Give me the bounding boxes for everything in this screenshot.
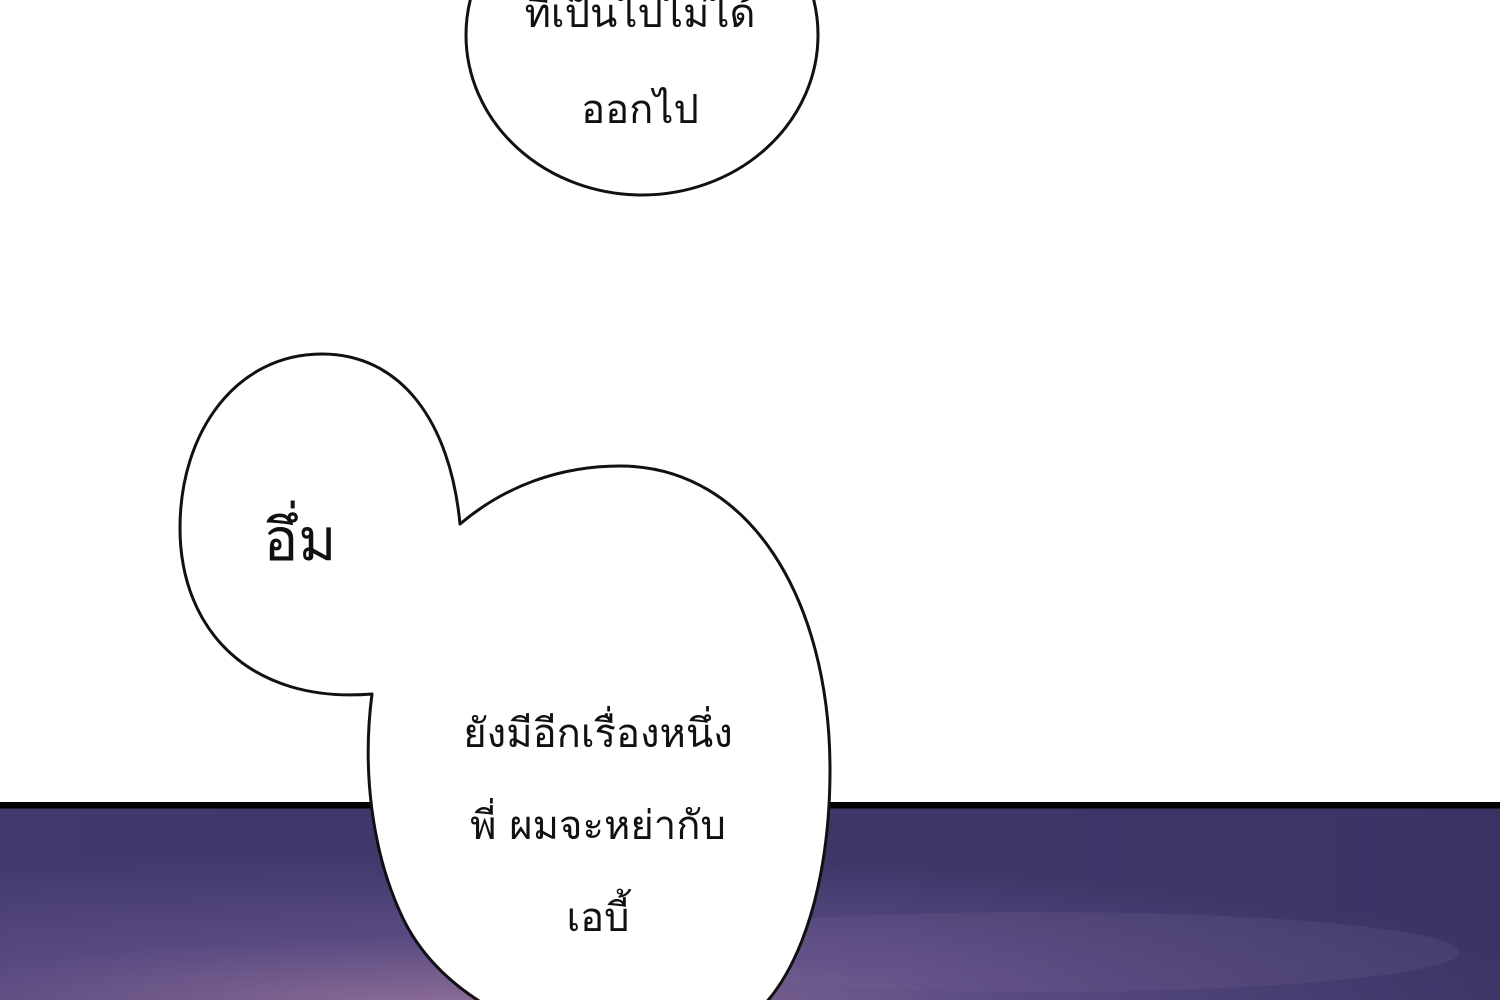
speech-line: ออกไป: [581, 87, 699, 133]
speech-line: ที่เป็นไปไม่ได้: [524, 0, 756, 37]
speech-line: พี่ ผมจะหย่ากับ: [470, 803, 726, 849]
speech-line: เอบี้: [566, 895, 630, 941]
speech-line: ยังมีอีกเรื่องหนึ่ง: [463, 711, 733, 757]
speech-bubble-right-text: ยังมีอีกเรื่องหนึ่ง พี่ ผมจะหย่ากับ เอบี…: [380, 688, 816, 964]
speech-line: อึ่ม: [263, 506, 337, 574]
speech-bubble-top-text: ที่เป็นไปไม่ได้ ออกไป: [470, 0, 810, 158]
speech-bubble-left-text: อึ่ม: [190, 500, 410, 580]
comic-page: ที่เป็นไปไม่ได้ ออกไป อึ่ม ยังมีอีกเรื่อ…: [0, 0, 1500, 1000]
